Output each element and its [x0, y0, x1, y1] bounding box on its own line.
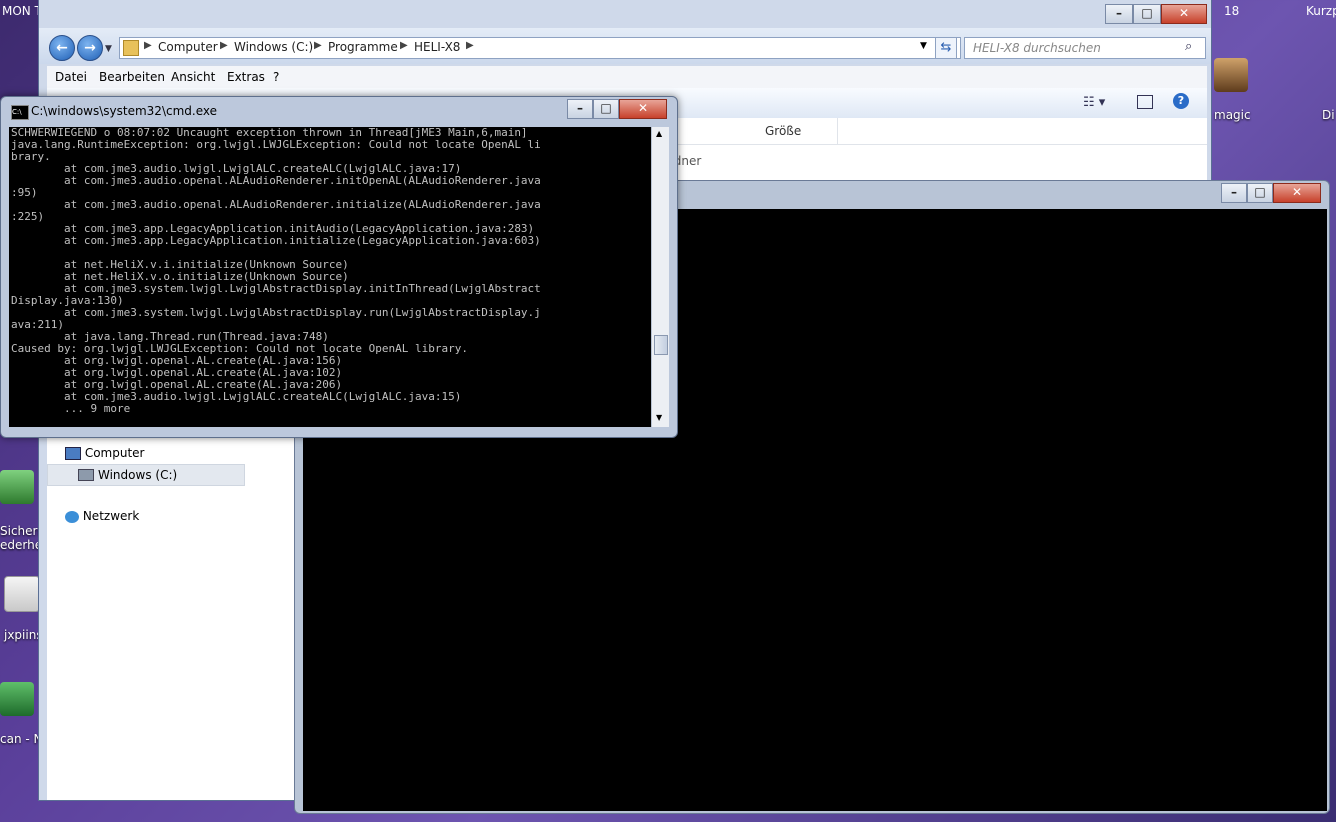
desktop-text-clock: 18 [1224, 4, 1240, 18]
help-icon[interactable]: ? [1173, 93, 1189, 109]
forward-button[interactable]: → [77, 35, 103, 61]
scroll-thumb[interactable] [654, 335, 668, 355]
app-minimize-button[interactable]: – [1221, 183, 1247, 203]
magic-icon [1214, 58, 1248, 92]
desktop-icon-java[interactable]: jxpiins [4, 576, 43, 642]
menu-ansicht[interactable]: Ansicht [171, 70, 215, 84]
scroll-up-icon[interactable]: ▲ [656, 129, 662, 138]
explorer-nav-bar: ← → ▼ ▶ Computer ▶ Windows (C:) ▶ Progra… [39, 28, 1211, 64]
menu-help[interactable]: ? [273, 70, 279, 84]
app-maximize-button[interactable]: □ [1247, 183, 1273, 203]
chevron-right-icon: ▶ [144, 40, 152, 51]
console-line: ... 9 more [11, 402, 131, 415]
cmd-scrollbar[interactable]: ▲ ▼ [651, 127, 669, 427]
breadcrumb-computer[interactable]: Computer [158, 40, 218, 54]
desktop-icon-di[interactable]: Di [1322, 108, 1335, 122]
nav-item-label: Computer [84, 446, 145, 460]
chevron-right-icon: ▶ [466, 40, 474, 51]
arrow-left-icon: ← [56, 40, 68, 56]
scroll-down-icon[interactable]: ▼ [656, 413, 662, 422]
cmd-title: C:\windows\system32\cmd.exe [31, 104, 217, 118]
console-line: at com.jme3.system.lwjgl.LwjglAbstractDi… [11, 306, 541, 319]
column-divider [837, 118, 838, 144]
search-input[interactable]: HELI-X8 durchsuchen ⌕ [964, 37, 1206, 59]
app-close-button[interactable]: ✕ [1273, 183, 1321, 203]
console-line: at com.jme3.app.LegacyApplication.initia… [11, 234, 541, 247]
preview-pane-icon[interactable] [1137, 95, 1153, 109]
history-dropdown-icon[interactable]: ▼ [105, 44, 112, 54]
menu-extras[interactable]: Extras [227, 70, 265, 84]
console-line: java.lang.RuntimeException: org.lwjgl.LW… [11, 138, 541, 151]
scan-icon [0, 682, 34, 716]
cmd-close-button[interactable]: ✕ [619, 99, 667, 119]
desktop-text-right: Kurzp [1306, 4, 1336, 18]
breadcrumb-programme[interactable]: Programme [328, 40, 398, 54]
address-dropdown-icon[interactable]: ▼ [920, 41, 927, 51]
network-icon [65, 510, 79, 523]
refresh-icon[interactable]: ⇆ [935, 37, 957, 59]
search-icon[interactable]: ⌕ [1185, 39, 1192, 54]
nav-item-label: Netzwerk [82, 509, 140, 523]
console-line: at com.jme3.audio.openal.ALAudioRenderer… [11, 198, 541, 211]
desktop-text-left: MON T [2, 4, 42, 18]
explorer-maximize-button[interactable]: □ [1133, 4, 1161, 24]
console-output: SCHWERWIEGEND o 08:07:02 Uncaught except… [9, 127, 651, 415]
cmd-minimize-button[interactable]: – [567, 99, 593, 119]
computer-icon [65, 447, 81, 460]
back-button[interactable]: ← [49, 35, 75, 61]
breadcrumb-heli-x8[interactable]: HELI-X8 [414, 40, 460, 54]
chevron-right-icon: ▶ [400, 40, 408, 51]
cmd-window: C:\ C:\windows\system32\cmd.exe – □ ✕ SC… [0, 96, 678, 438]
nav-item-netzwerk[interactable]: Netzwerk [65, 509, 139, 523]
cmd-maximize-button[interactable]: □ [593, 99, 619, 119]
java-icon [4, 576, 40, 612]
column-header-size[interactable]: Größe [765, 124, 801, 138]
desktop-icon-magic[interactable]: magic [1214, 58, 1251, 122]
chevron-right-icon: ▶ [314, 40, 322, 51]
desktop-icon-label: jxpiins [4, 628, 43, 642]
menu-datei[interactable]: Datei [55, 70, 87, 84]
address-bar[interactable]: ▶ Computer ▶ Windows (C:) ▶ Programme ▶ … [119, 37, 961, 59]
search-placeholder: HELI-X8 durchsuchen [973, 41, 1101, 55]
desktop-icon-label: Di [1322, 108, 1335, 122]
folder-icon [123, 40, 139, 56]
cmd-console[interactable]: SCHWERWIEGEND o 08:07:02 Uncaught except… [9, 127, 651, 427]
nav-item-windows-c[interactable]: Windows (C:) [47, 464, 245, 486]
console-line: at com.jme3.audio.openal.ALAudioRenderer… [11, 174, 541, 187]
explorer-minimize-button[interactable]: – [1105, 4, 1133, 24]
menu-bar: Datei Bearbeiten Ansicht Extras ? [47, 66, 1207, 89]
arrow-right-icon: → [84, 40, 96, 56]
nav-item-computer[interactable]: Computer [65, 446, 144, 460]
drive-icon [78, 469, 94, 481]
nav-item-label: Windows (C:) [98, 468, 178, 482]
view-options-icon[interactable]: ☷ ▾ [1083, 95, 1105, 110]
desktop-icon-label: magic [1214, 108, 1251, 122]
desktop-icon-label: can - N [0, 732, 43, 746]
menu-bearbeiten[interactable]: Bearbeiten [99, 70, 165, 84]
explorer-close-button[interactable]: ✕ [1161, 4, 1207, 24]
cmd-icon: C:\ [11, 105, 29, 120]
desktop-icon-scan[interactable]: can - N [0, 682, 43, 746]
chevron-right-icon: ▶ [220, 40, 228, 51]
backup-icon [0, 470, 34, 504]
breadcrumb-windows-c[interactable]: Windows (C:) [234, 40, 313, 54]
